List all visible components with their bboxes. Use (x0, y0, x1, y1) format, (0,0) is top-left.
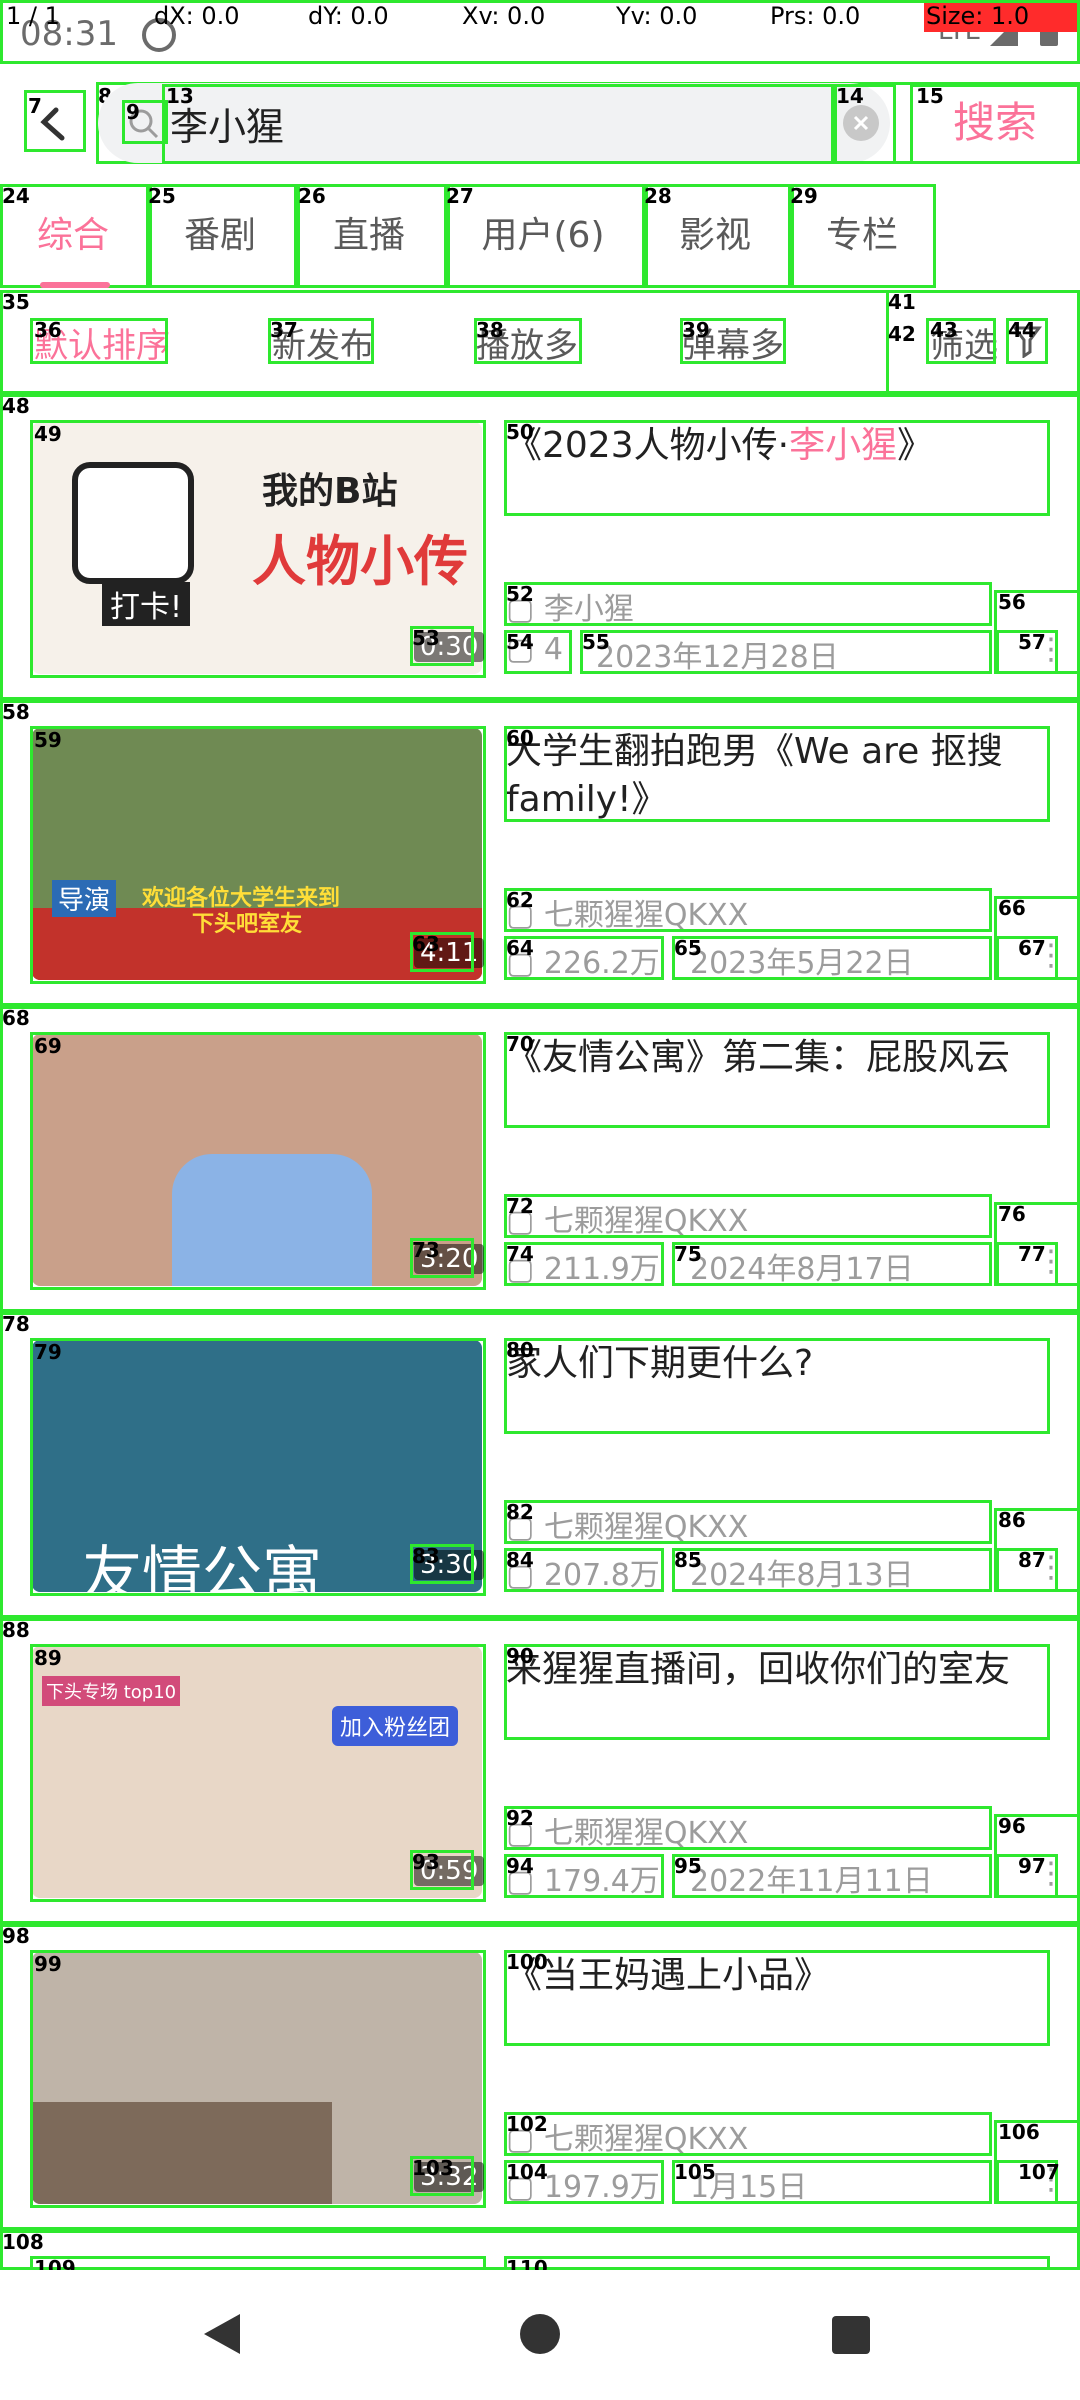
active-tab-indicator (40, 282, 110, 288)
home-nav-icon[interactable] (520, 2314, 560, 2354)
system-nav-bar (0, 2270, 1080, 2400)
recents-nav-icon[interactable] (832, 2316, 870, 2354)
back-nav-icon[interactable] (204, 2314, 240, 2354)
